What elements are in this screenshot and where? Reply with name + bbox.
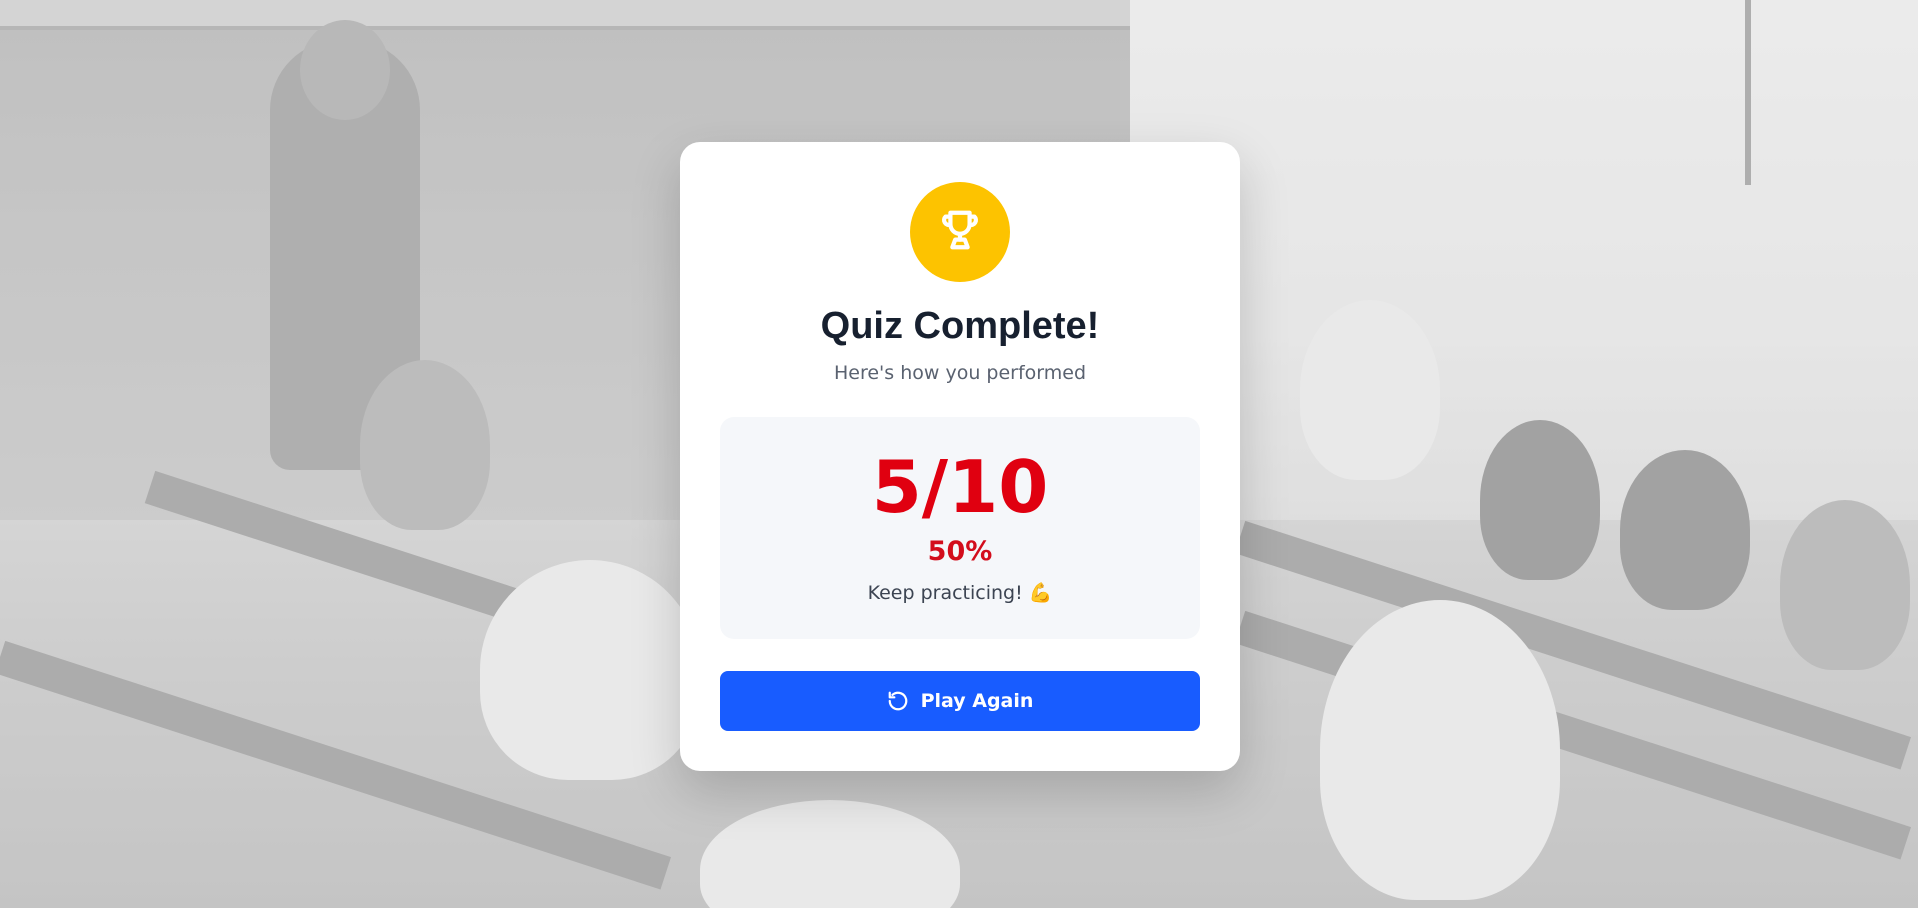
play-again-label: Play Again — [920, 690, 1034, 712]
encouragement-message: Keep practicing! 💪 — [867, 582, 1053, 604]
rotate-ccw-icon — [887, 690, 909, 712]
score-panel: 5/10 50% Keep practicing! 💪 — [720, 417, 1200, 639]
trophy-badge — [910, 182, 1010, 282]
page-title: Quiz Complete! — [820, 305, 1100, 347]
quiz-result-card: Quiz Complete! Here's how you performed … — [680, 142, 1240, 771]
play-again-button[interactable]: Play Again — [720, 671, 1200, 731]
score-percent: 50% — [927, 536, 993, 567]
page-subtitle: Here's how you performed — [833, 362, 1087, 384]
trophy-icon — [937, 207, 983, 258]
score-fraction: 5/10 — [871, 445, 1049, 529]
